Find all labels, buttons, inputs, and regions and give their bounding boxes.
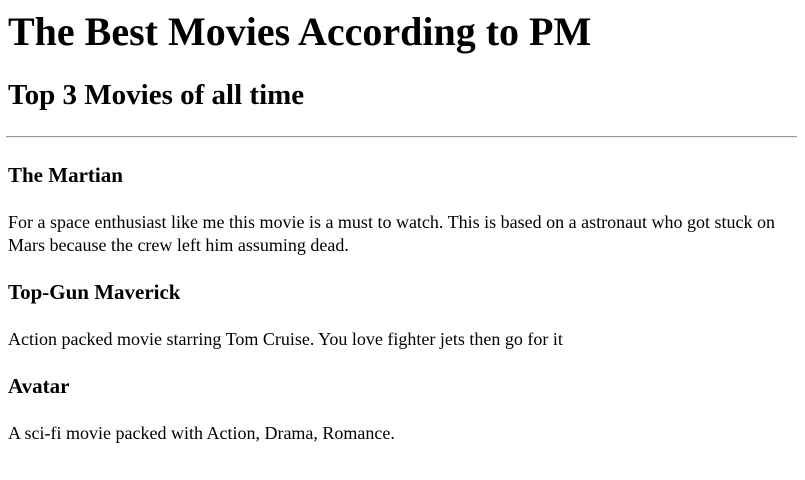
movie-description: A sci-fi movie packed with Action, Drama… bbox=[8, 423, 395, 443]
movie-item-avatar: Avatar A sci-fi movie packed with Action… bbox=[8, 374, 797, 445]
page-title: The Best Movies According to PM bbox=[8, 9, 592, 54]
movie-title: The Martian bbox=[8, 163, 123, 187]
movie-title: Avatar bbox=[8, 374, 70, 398]
page-subtitle: Top 3 Movies of all time bbox=[8, 79, 305, 111]
movie-description: Action packed movie starring Tom Cruise.… bbox=[8, 329, 563, 349]
page-content: The Best Movies According to PM Top 3 Mo… bbox=[0, 9, 805, 445]
movie-item-top-gun-maverick: Top-Gun Maverick Action packed movie sta… bbox=[8, 280, 797, 351]
section-divider bbox=[6, 136, 797, 138]
movie-item-the-martian: The Martian For a space enthusiast like … bbox=[8, 163, 797, 257]
movie-title: Top-Gun Maverick bbox=[8, 280, 181, 304]
movie-description: For a space enthusiast like me this movi… bbox=[8, 212, 776, 255]
